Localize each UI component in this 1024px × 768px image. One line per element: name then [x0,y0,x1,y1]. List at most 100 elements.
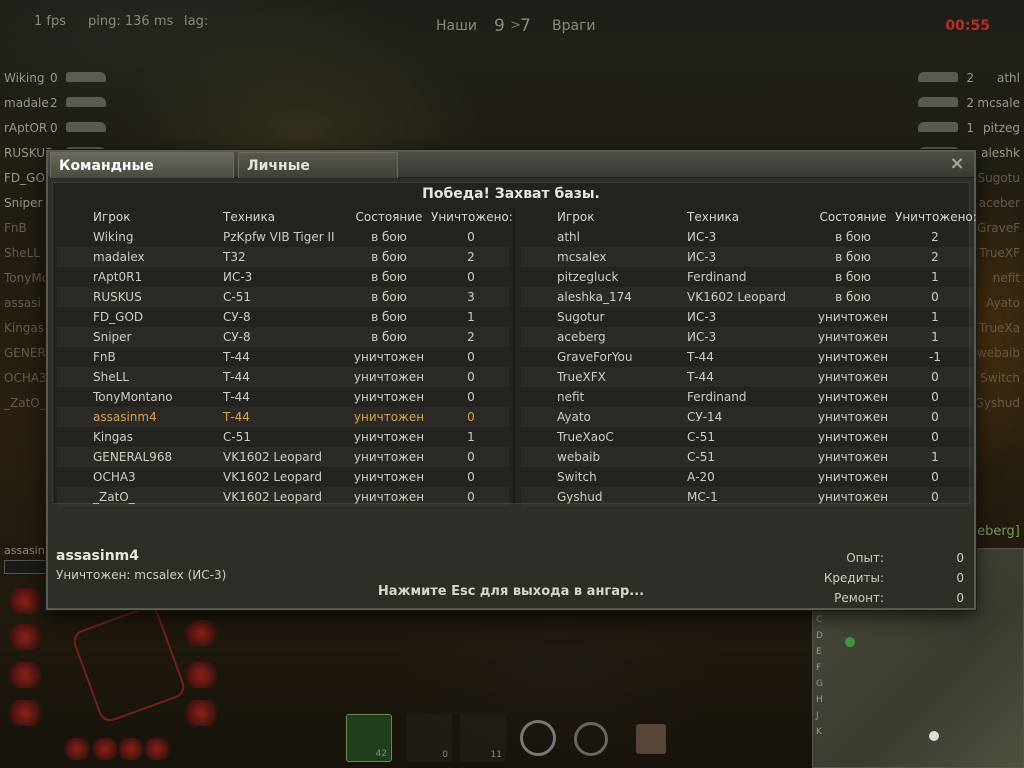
table-row[interactable]: TrueXaoC С-51 уничтожен 0 [521,427,973,447]
enemy-list-item[interactable]: pitzeg 1 [894,116,1024,141]
table-row[interactable]: nefit Ferdinand уничтожен 0 [521,387,973,407]
table-row[interactable]: athl ИС-3 в бою 2 [521,227,973,247]
side-player-name: OCHA3 [4,371,47,385]
header-tank[interactable]: Техника [687,207,739,227]
table-row[interactable]: FnB Т-44 уничтожен 0 [57,347,509,367]
table-row[interactable]: Gyshud МС-1 уничтожен 0 [521,487,973,507]
fire-extinguisher-icon[interactable] [636,724,666,754]
cell-kills: -1 [929,350,941,364]
ally-list-item[interactable]: madale 2 [0,91,130,116]
allies-label: Наши [436,18,478,34]
cell-player: FnB [93,350,116,364]
ammo-slot-3[interactable]: 11 [460,714,506,762]
table-row[interactable]: webaib С-51 уничтожен 1 [521,447,973,467]
side-player-name: Kingas [4,321,45,335]
table-row[interactable]: mcsalex ИС-3 в бою 2 [521,247,973,267]
table-row[interactable]: Ayato СУ-14 уничтожен 0 [521,407,973,427]
side-player-name: athl [997,71,1020,85]
cell-tank: Ferdinand [687,270,747,284]
cell-state: уничтожен [353,350,425,364]
cell-player: _ZatO_ [93,490,135,504]
cell-kills: 1 [931,270,939,284]
table-row[interactable]: aleshka_174 VK1602 Leopard в бою 0 [521,287,973,307]
ally-list-item[interactable]: Wiking 0 [0,66,130,91]
header-player[interactable]: Игрок [557,207,595,227]
cell-state: уничтожен [817,450,889,464]
top-hud: 1 fps ping: 136 ms lag: Наши 9 > 7 Враги… [0,14,1024,38]
tab-personal-achievements[interactable]: Личные достижения [238,152,398,200]
table-row[interactable]: aceberg ИС-3 уничтожен 1 [521,327,973,347]
table-row[interactable]: GENERAL968 VK1602 Leopard уничтожен 0 [57,447,509,467]
cell-state: уничтожен [817,310,889,324]
header-player[interactable]: Игрок [93,207,131,227]
cell-tank: Т-44 [687,370,714,384]
table-row[interactable]: Wiking PzKpfw VIB Tiger II в бою 0 [57,227,509,247]
cell-player: Sugotur [557,310,605,324]
tab-team-achievements[interactable]: Командные достижения [50,152,234,200]
cell-player: aleshka_174 [557,290,632,304]
repair-kit-icon[interactable] [520,720,556,756]
cell-tank: С-51 [687,430,715,444]
table-row[interactable]: Switch А-20 уничтожен 0 [521,467,973,487]
cell-kills: 0 [931,290,939,304]
cell-kills: 2 [467,250,475,264]
cell-kills: 0 [467,230,475,244]
fps-counter: 1 fps [34,14,67,29]
table-row[interactable]: GraveForYou Т-44 уничтожен -1 [521,347,973,367]
close-icon[interactable]: × [946,154,968,176]
table-row[interactable]: pitzegluck Ferdinand в бою 1 [521,267,973,287]
cell-player: athl [557,230,580,244]
cell-state: в бою [371,330,407,344]
cell-state: уничтожен [817,370,889,384]
cell-state: уничтожен [817,470,889,484]
cell-kills: 0 [931,370,939,384]
player-summary: assasinm4 Уничтожен: mcsalex (ИС-3) [56,548,226,582]
battle-results-dialog: Командные достижения Личные достижения ×… [46,150,977,610]
cell-tank: VK1602 Leopard [223,490,322,504]
ally-list-item[interactable]: rAptOR 0 [0,116,130,141]
cell-player: mcsalex [557,250,607,264]
dialog-header: Командные достижения Личные достижения × [48,152,974,200]
side-player-frags: 0 [50,71,58,85]
cell-state: уничтожен [817,490,889,504]
ammo-rack-damage-icon [8,588,42,614]
side-player-name: nefit [992,271,1020,285]
enemy-list-item[interactable]: athl 2 [894,66,1024,91]
cell-tank: СУ-14 [687,410,723,424]
header-kills[interactable]: Уничтожено: [895,207,977,227]
earnings-value: 0 [956,571,964,585]
table-row[interactable]: TrueXFX Т-44 уничтожен 0 [521,367,973,387]
first-aid-kit-icon[interactable] [574,722,608,756]
ammo-count-3: 11 [490,750,502,760]
ammo-slot-1[interactable]: 42 [346,714,392,762]
table-row[interactable]: TonyMontano Т-44 уничтожен 0 [57,387,509,407]
table-row[interactable]: FD_GOD СУ-8 в бою 1 [57,307,509,327]
ammo-slot-2[interactable]: 0 [406,714,452,762]
table-row-current-player[interactable]: assasinm4 Т-44 уничтожен 0 [57,407,509,427]
team-divider [513,207,515,503]
table-row[interactable]: OCHA3 VK1602 Leopard уничтожен 0 [57,467,509,487]
minimap-grid-letter: E [816,647,822,657]
cell-tank: Ferdinand [687,390,747,404]
table-row[interactable]: SheLL Т-44 уничтожен 0 [57,367,509,387]
cell-kills: 0 [467,450,475,464]
table-row[interactable]: Sugotur ИС-3 уничтожен 1 [521,307,973,327]
earnings-label: Опыт: [846,551,884,565]
table-row[interactable]: Sniper СУ-8 в бою 2 [57,327,509,347]
header-tank[interactable]: Техника [223,207,275,227]
header-state[interactable]: Состояние [347,207,431,227]
table-row[interactable]: _ZatO_ VK1602 Leopard уничтожен 0 [57,487,509,507]
table-row[interactable]: Kingas С-51 уничтожен 1 [57,427,509,447]
header-kills[interactable]: Уничтожено: [431,207,513,227]
player-status: Уничтожен: mcsalex (ИС-3) [56,568,227,582]
table-row[interactable]: rApt0R1 ИС-3 в бою 0 [57,267,509,287]
cell-state: уничтожен [353,390,425,404]
enemy-list-item[interactable]: mcsale 2 [894,91,1024,116]
cell-tank: PzKpfw VIB Tiger II [223,230,335,244]
header-state[interactable]: Состояние [811,207,895,227]
table-row[interactable]: RUSKUS С-51 в бою 3 [57,287,509,307]
table-row[interactable]: madalex T32 в бою 2 [57,247,509,267]
side-player-name: Sugotu [977,171,1021,185]
results-panel: Победа! Захват базы. Игрок Техника Состо… [52,182,977,507]
cell-tank: VK1602 Leopard [223,450,322,464]
